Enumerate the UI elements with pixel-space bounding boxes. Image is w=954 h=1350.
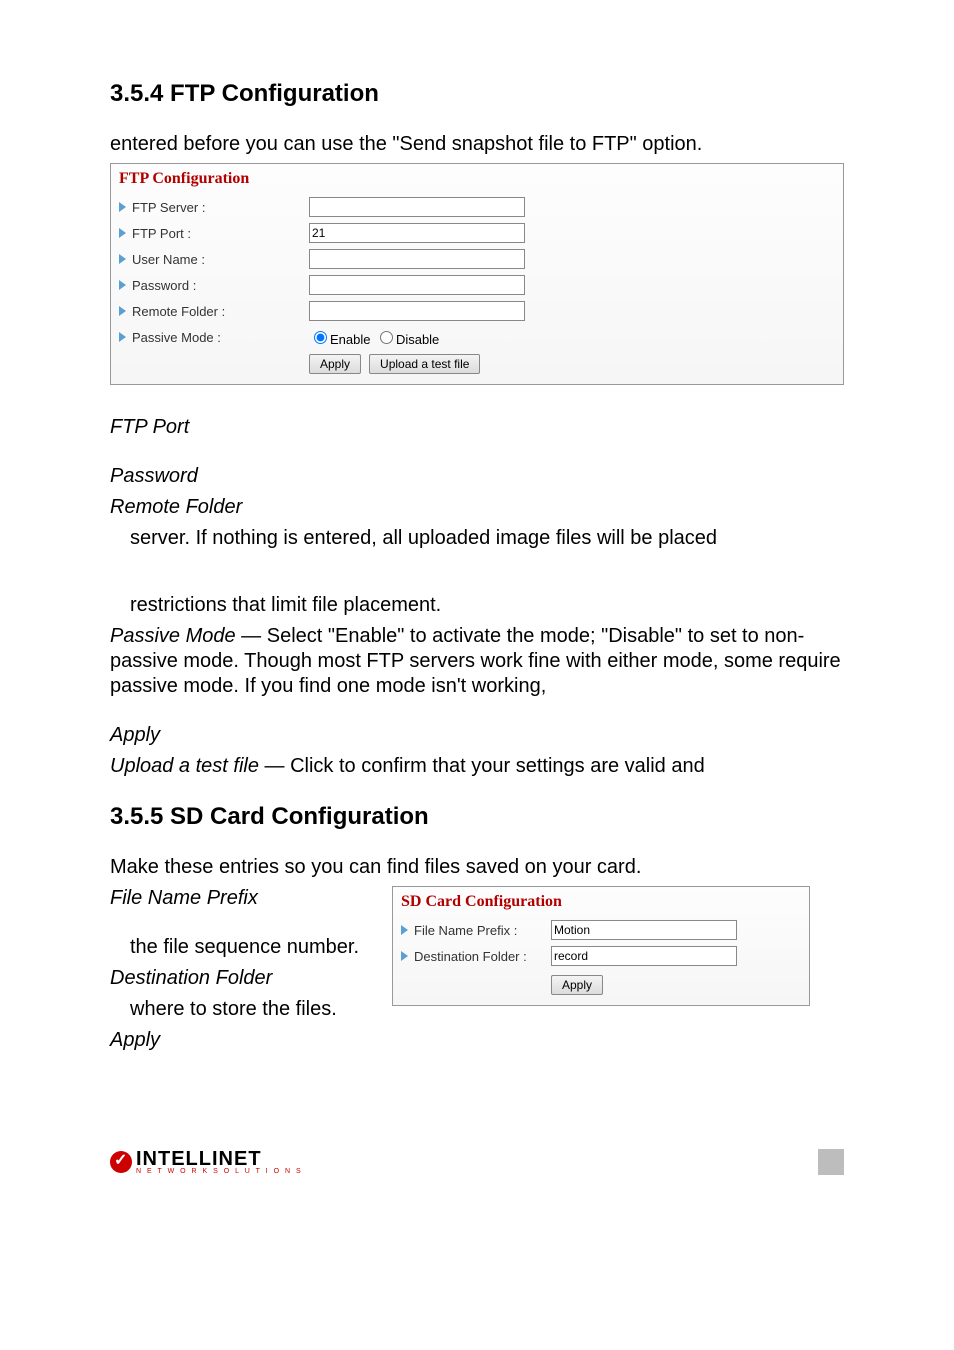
def-upload-desc: — Click to confirm that your settings ar… — [259, 755, 705, 777]
ftp-server-label: FTP Server : — [132, 200, 205, 215]
sd-prefix-label: File Name Prefix : — [414, 923, 517, 938]
ftp-passive-label: Passive Mode : — [132, 330, 221, 345]
intro-354: entered before you can use the "Send sna… — [110, 132, 844, 157]
ftp-folder-input[interactable] — [309, 301, 525, 321]
def-remote-folder: Remote Folder — [110, 495, 844, 520]
sd-dest-input[interactable] — [551, 946, 737, 966]
sd-config-panel: SD Card Configuration File Name Prefix :… — [392, 886, 810, 1006]
passive-enable-option[interactable]: Enable — [309, 328, 370, 347]
passive-disable-radio[interactable] — [380, 331, 393, 344]
page-number-square — [818, 1149, 844, 1175]
arrow-icon — [119, 306, 126, 316]
def-upload: Upload a test file — Click to confirm th… — [110, 754, 844, 779]
sd-apply-label: Apply — [110, 1028, 380, 1053]
sd-prefix-input[interactable] — [551, 920, 737, 940]
logo-main-text: INTELLINET — [136, 1150, 303, 1168]
ftp-panel-title: FTP Configuration — [119, 170, 835, 188]
ftp-folder-row: Remote Folder : — [119, 298, 835, 324]
ftp-passive-row: Passive Mode : Enable Disable — [119, 324, 835, 350]
def-passive-mode: Passive Mode — Select "Enable" to activa… — [110, 624, 844, 699]
ftp-server-row: FTP Server : — [119, 194, 835, 220]
sd-panel-title: SD Card Configuration — [401, 893, 801, 911]
sd-apply-button[interactable]: Apply — [551, 975, 603, 995]
sd-file-seq: the file sequence number. — [110, 935, 380, 960]
sd-file-prefix-label: File Name Prefix — [110, 886, 380, 911]
sd-dest-label: Destination Folder : — [414, 949, 527, 964]
arrow-icon — [119, 332, 126, 342]
section-354-title: 3.5.4 FTP Configuration — [110, 80, 844, 108]
passive-enable-radio[interactable] — [314, 331, 327, 344]
sd-where: where to store the files. — [110, 997, 380, 1022]
def-ftp-port: FTP Port — [110, 415, 844, 440]
ftp-port-row: FTP Port : — [119, 220, 835, 246]
ftp-folder-label: Remote Folder : — [132, 304, 225, 319]
passive-disable-option[interactable]: Disable — [375, 328, 439, 347]
ftp-port-label: FTP Port : — [132, 226, 191, 241]
ftp-pass-row: Password : — [119, 272, 835, 298]
ftp-user-input[interactable] — [309, 249, 525, 269]
ftp-port-input[interactable] — [309, 223, 525, 243]
ftp-config-panel: FTP Configuration FTP Server : FTP Port … — [110, 163, 844, 385]
arrow-icon — [401, 925, 408, 935]
sd-dest-folder-label: Destination Folder — [110, 966, 380, 991]
sd-prefix-row: File Name Prefix : — [401, 917, 801, 943]
def-upload-label: Upload a test file — [110, 755, 259, 777]
arrow-icon — [119, 228, 126, 238]
logo-sub-text: N E T W O R K S O L U T I O N S — [136, 1168, 303, 1175]
ftp-upload-test-button[interactable]: Upload a test file — [369, 354, 480, 374]
section-355-title: 3.5.5 SD Card Configuration — [110, 803, 844, 831]
page-footer: INTELLINET N E T W O R K S O L U T I O N… — [110, 1149, 844, 1175]
arrow-icon — [401, 951, 408, 961]
arrow-icon — [119, 202, 126, 212]
ftp-user-row: User Name : — [119, 246, 835, 272]
ftp-pass-label: Password : — [132, 278, 196, 293]
def-restrictions: restrictions that limit file placement. — [110, 593, 844, 618]
sd-dest-row: Destination Folder : — [401, 943, 801, 969]
ftp-pass-input[interactable] — [309, 275, 525, 295]
def-apply: Apply — [110, 723, 844, 748]
def-remote-folder-desc: server. If nothing is entered, all uploa… — [110, 526, 844, 551]
ftp-user-label: User Name : — [132, 252, 205, 267]
def-passive-mode-label: Passive Mode — [110, 625, 236, 647]
intro-355: Make these entries so you can find files… — [110, 855, 844, 880]
logo-check-icon — [110, 1151, 132, 1173]
ftp-server-input[interactable] — [309, 197, 525, 217]
def-password: Password — [110, 464, 844, 489]
ftp-apply-button[interactable]: Apply — [309, 354, 361, 374]
brand-logo: INTELLINET N E T W O R K S O L U T I O N… — [110, 1150, 303, 1175]
arrow-icon — [119, 280, 126, 290]
arrow-icon — [119, 254, 126, 264]
